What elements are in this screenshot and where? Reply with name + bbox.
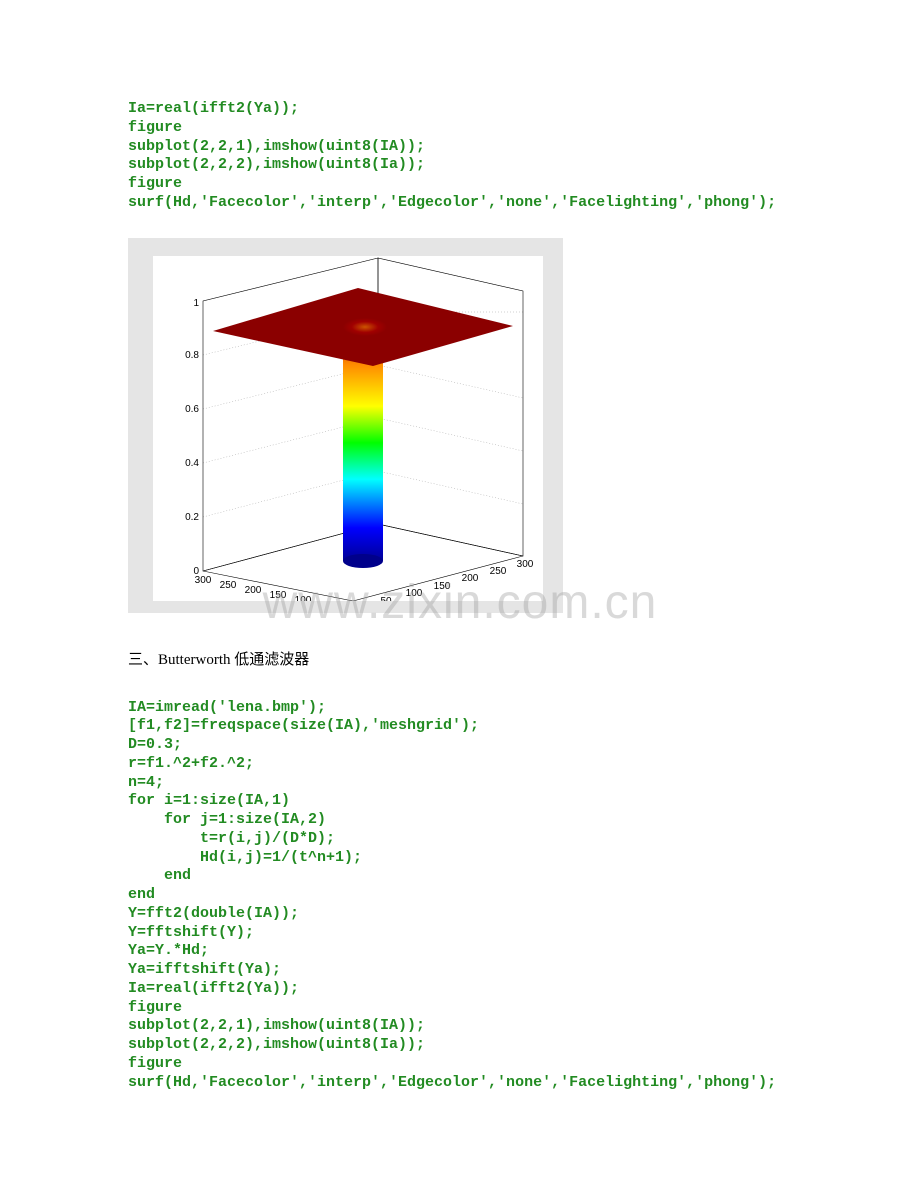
y-tick: 300 [195,575,212,586]
code-line: r=f1.^2+f2.^2; [128,755,254,772]
code-line: figure [128,999,182,1016]
code-line: for j=1:size(IA,2) [128,811,326,828]
x-tick: 300 [517,559,534,570]
code-line: figure [128,1055,182,1072]
code-line: [f1,f2]=freqspace(size(IA),'meshgrid'); [128,717,479,734]
code-line: subplot(2,2,1),imshow(uint8(IA)); [128,1017,425,1034]
code-block-top: Ia=real(ifft2(Ya)); figure subplot(2,2,1… [128,100,792,213]
code-line: Ya=ifftshift(Ya); [128,961,281,978]
code-block-bottom: IA=imread('lena.bmp'); [f1,f2]=freqspace… [128,699,792,1093]
code-line: subplot(2,2,1),imshow(uint8(IA)); [128,138,425,155]
x-tick: 100 [406,588,423,599]
code-line: figure [128,119,182,136]
y-tick: 150 [270,590,287,601]
code-line: IA=imread('lena.bmp'); [128,699,326,716]
code-line: subplot(2,2,2),imshow(uint8(Ia)); [128,156,425,173]
x-tick: 150 [434,581,451,592]
z-tick: 1 [193,298,199,309]
code-line: end [128,886,155,903]
code-line: Ya=Y.*Hd; [128,942,209,959]
code-line: n=4; [128,774,164,791]
code-line: subplot(2,2,2),imshow(uint8(Ia)); [128,1036,425,1053]
code-line: Hd(i,j)=1/(t^n+1); [128,849,362,866]
z-tick: 0.2 [185,512,199,523]
code-line: figure [128,175,182,192]
code-line: Y=fftshift(Y); [128,924,254,941]
y-tick: 100 [295,595,312,601]
section-heading: 三、Butterworth 低通滤波器 [128,648,792,669]
y-tick: 200 [245,585,262,596]
z-tick: 0.4 [185,458,199,469]
code-line: for i=1:size(IA,1) [128,792,290,809]
code-line: t=r(i,j)/(D*D); [128,830,335,847]
x-tick: 250 [490,566,507,577]
y-tick: 250 [220,580,237,591]
code-line: Y=fft2(double(IA)); [128,905,299,922]
code-line: surf(Hd,'Facecolor','interp','Edgecolor'… [128,194,776,211]
code-line: Ia=real(ifft2(Ya)); [128,100,299,117]
code-line: Ia=real(ifft2(Ya)); [128,980,299,997]
code-line: surf(Hd,'Facecolor','interp','Edgecolor'… [128,1074,776,1091]
code-line: end [128,867,191,884]
document-page: Ia=real(ifft2(Ya)); figure subplot(2,2,1… [0,0,920,1172]
z-tick: 0.8 [185,350,199,361]
axes3d: 0 0.2 0.4 0.6 0.8 1 0 [153,256,543,601]
code-line: D=0.3; [128,736,182,753]
y-tick: 50 [322,600,334,601]
z-tick: 0.6 [185,404,199,415]
surface-plot-figure: 0 0.2 0.4 0.6 0.8 1 0 [128,238,563,613]
surface-plot-svg: 0 0.2 0.4 0.6 0.8 1 0 [153,256,543,601]
center-dip [343,318,387,336]
x-tick: 50 [380,596,392,601]
x-tick: 200 [462,573,479,584]
